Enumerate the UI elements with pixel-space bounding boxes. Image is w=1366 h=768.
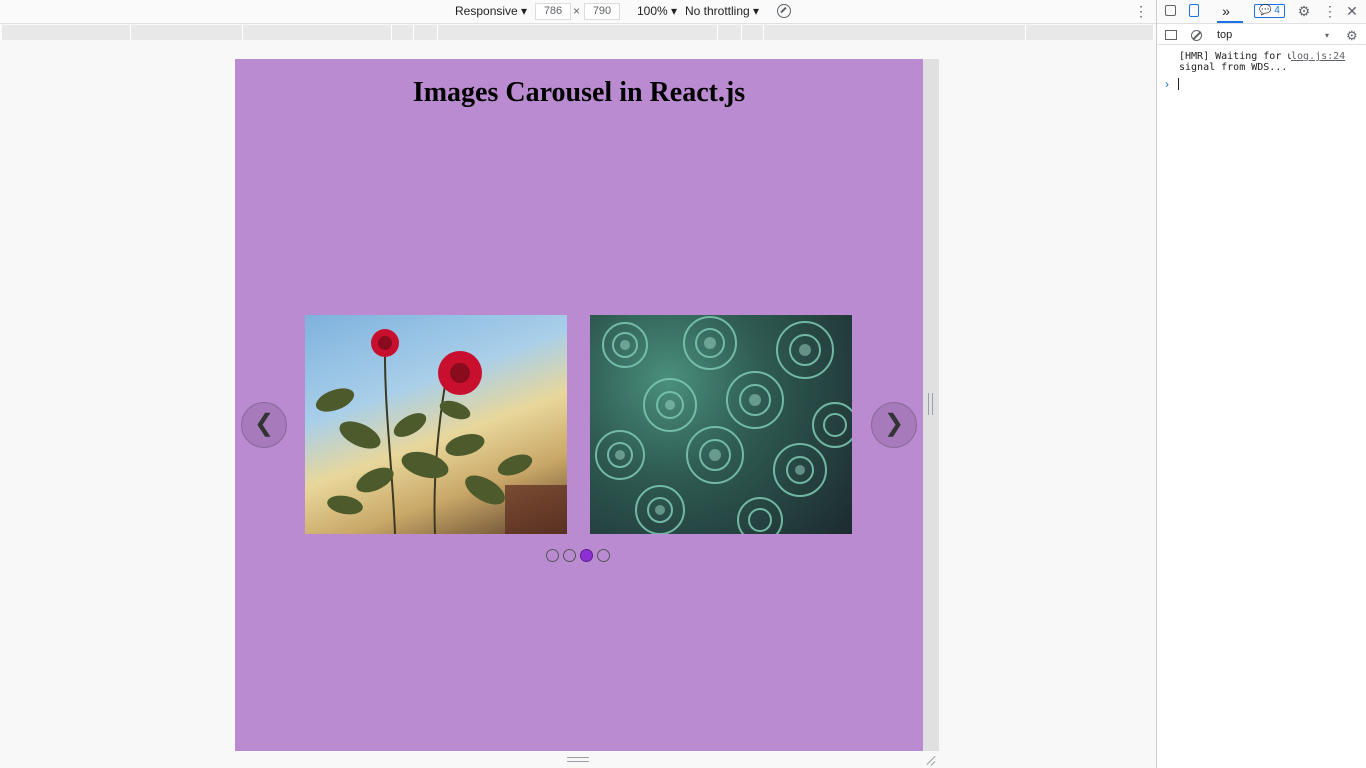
carousel-dot[interactable] (597, 549, 610, 562)
clear-console-icon[interactable] (1191, 30, 1202, 41)
emulated-viewport: Images Carousel in React.js ❮ ❯ (235, 59, 923, 751)
console-sidebar-icon[interactable] (1165, 30, 1177, 40)
resize-handle-corner[interactable] (925, 754, 937, 766)
media-query-segment[interactable] (764, 25, 1026, 40)
media-query-segment[interactable] (2, 25, 131, 40)
media-query-segment[interactable] (438, 25, 718, 40)
carousel-dot[interactable] (546, 549, 559, 562)
media-query-segment[interactable] (392, 25, 414, 40)
settings-icon[interactable]: ⚙ (1297, 4, 1311, 18)
throttling-select[interactable]: No throttling ▾ (685, 4, 759, 18)
context-select[interactable]: top ▾ (1217, 28, 1335, 43)
carousel-indicators (546, 549, 610, 563)
carousel-dot[interactable] (563, 549, 576, 562)
chevron-down-icon: ▾ (1324, 31, 1329, 40)
resize-handle-bottom[interactable] (567, 757, 589, 762)
media-query-segment[interactable] (414, 25, 438, 40)
context-value: top (1217, 29, 1233, 41)
media-query-segment[interactable] (718, 25, 742, 40)
succulents-image (595, 316, 852, 534)
carousel-dot-active[interactable] (580, 549, 593, 562)
device-toggle-icon[interactable] (1189, 4, 1199, 17)
console-prompt-icon: › (1165, 77, 1169, 91)
previous-button[interactable]: ❮ (241, 402, 287, 448)
device-mode-select[interactable]: Responsive ▾ (455, 4, 527, 18)
more-tabs-icon[interactable]: » (1219, 4, 1233, 18)
close-icon[interactable]: ✕ (1345, 4, 1359, 18)
console-input[interactable] (1178, 78, 1179, 90)
customize-menu-icon[interactable]: ⋮ (1323, 4, 1337, 18)
width-input[interactable]: 786 (535, 3, 571, 20)
active-tab-indicator (1217, 21, 1243, 23)
rotate-icon[interactable] (777, 4, 791, 18)
device-toolbar: Responsive ▾ 786 × 790 100% ▾ No throttl… (0, 0, 1156, 24)
resize-handle-right[interactable] (928, 393, 933, 415)
rose-image (315, 329, 567, 534)
carousel-slide (305, 315, 567, 534)
page-title: Images Carousel in React.js (412, 77, 746, 108)
inspect-element-icon[interactable] (1165, 5, 1176, 16)
more-options-icon[interactable]: ⋮ (1134, 3, 1148, 19)
next-button[interactable]: ❯ (871, 402, 917, 448)
carousel-slide (590, 315, 852, 534)
media-query-segment[interactable] (131, 25, 243, 40)
media-query-segment[interactable] (243, 25, 392, 40)
media-query-segment[interactable] (742, 25, 764, 40)
console-toolbar: top ▾ ⚙ (1157, 25, 1366, 45)
devtools-toolbar: » 💬 4 ⚙ ⋮ ✕ (1157, 0, 1366, 24)
zoom-select[interactable]: 100% ▾ (637, 4, 677, 18)
media-query-bar (0, 25, 1156, 40)
console-settings-icon[interactable]: ⚙ (1346, 28, 1358, 44)
height-input[interactable]: 790 (584, 3, 620, 20)
dimension-separator: × (573, 4, 581, 18)
issues-badge[interactable]: 💬 4 (1254, 4, 1285, 18)
devtools-panel: » 💬 4 ⚙ ⋮ ✕ top ▾ ⚙ [HMR] Waiting for up… (1156, 0, 1366, 768)
media-query-segment[interactable] (1026, 25, 1154, 40)
console-source-link[interactable]: log.js:24 (1291, 51, 1346, 62)
